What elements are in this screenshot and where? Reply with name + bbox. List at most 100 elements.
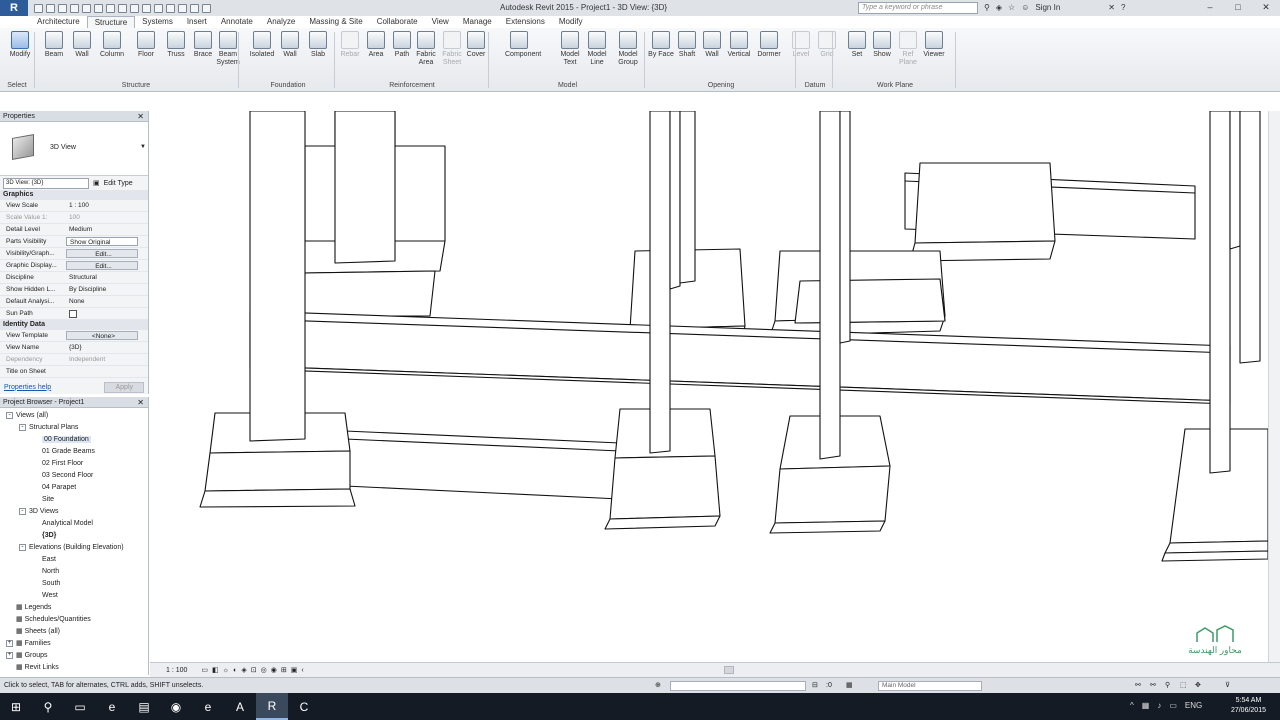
tool-vertical-button[interactable]: Vertical xyxy=(725,31,753,59)
panel-label-select[interactable]: Select xyxy=(2,82,32,89)
edge-browser-icon[interactable]: e xyxy=(96,693,128,720)
volume-icon[interactable]: ♪ xyxy=(1157,701,1161,710)
network-icon[interactable]: ▦ xyxy=(1142,701,1150,710)
file-explorer-icon[interactable]: ▤ xyxy=(128,693,160,720)
apply-button[interactable]: Apply xyxy=(104,381,144,393)
select-pinned-icon[interactable]: ⚲ xyxy=(1165,678,1170,694)
horizontal-scrollbar[interactable] xyxy=(723,666,734,674)
reveal-icon[interactable]: ◉ xyxy=(271,666,277,674)
help-icon[interactable]: ? xyxy=(1121,3,1125,12)
tool-by-face-button[interactable]: By Face xyxy=(647,31,675,59)
property-value[interactable]: {3D} xyxy=(66,342,148,353)
tool-isolated-button[interactable]: Isolated xyxy=(248,31,276,59)
task-view-icon[interactable]: ▭ xyxy=(64,693,96,720)
panel-label-datum[interactable]: Datum xyxy=(797,82,833,89)
property-value[interactable]: By Discipline xyxy=(66,284,148,295)
close-views-icon[interactable] xyxy=(190,3,199,13)
browser-item-families[interactable]: + ▦ Families xyxy=(0,638,148,650)
property-group-identity-data[interactable]: Identity Data xyxy=(0,320,148,330)
tab-view[interactable]: View xyxy=(425,16,456,28)
tool-model-text-button[interactable]: Model Text xyxy=(556,31,584,67)
panel-label-opening[interactable]: Opening xyxy=(646,82,796,89)
tool-column-button[interactable]: Column xyxy=(98,31,126,59)
undo-icon[interactable] xyxy=(70,3,79,13)
tool-cover-button[interactable]: Cover xyxy=(462,31,490,59)
close-icon[interactable]: ✕ xyxy=(137,397,144,408)
collapse-icon[interactable]: - xyxy=(6,412,13,419)
shadows-icon[interactable]: ◐ xyxy=(233,667,237,674)
tool-brace-button[interactable]: Brace xyxy=(189,31,217,59)
expand-icon[interactable]: + xyxy=(6,652,13,659)
browser-item-sheets-all[interactable]: ▦ Sheets (all) xyxy=(0,626,148,638)
render-icon[interactable]: ◈ xyxy=(241,666,246,674)
workset-icon[interactable]: ⊕ xyxy=(655,678,661,694)
tool-show-button[interactable]: Show xyxy=(868,31,896,59)
design-options-icon[interactable]: ▦ xyxy=(846,678,853,694)
browser-item-elevations-building-elevation[interactable]: - Elevations (Building Elevation) xyxy=(0,542,148,554)
detail-level-icon[interactable]: ▭ xyxy=(201,666,208,674)
highlight-icon[interactable]: ▣ xyxy=(291,666,298,674)
tool-wall-button[interactable]: Wall xyxy=(276,31,304,59)
tab-architecture[interactable]: Architecture xyxy=(30,16,87,28)
property-value[interactable]: Structural xyxy=(66,272,148,283)
tool-dormer-button[interactable]: Dormer xyxy=(755,31,783,59)
tab-massing-site[interactable]: Massing & Site xyxy=(302,16,369,28)
open-icon[interactable] xyxy=(34,3,43,13)
browser-item-south[interactable]: South xyxy=(0,578,148,590)
workset-field[interactable] xyxy=(670,681,806,691)
clock[interactable]: 5:54 AM 27/06/2015 xyxy=(1231,696,1266,716)
editable-only-icon[interactable]: ⊟ xyxy=(812,678,818,694)
tool-component-button[interactable]: Component xyxy=(505,31,541,59)
tab-systems[interactable]: Systems xyxy=(135,16,180,28)
select-by-face-icon[interactable]: ⬚ xyxy=(1180,678,1187,694)
drag-elements-icon[interactable]: ✥ xyxy=(1195,678,1201,694)
section-icon[interactable] xyxy=(166,3,175,13)
search-icon[interactable]: ⚲ xyxy=(32,693,64,720)
close-button[interactable]: ✕ xyxy=(1252,0,1280,16)
default-3d-icon[interactable] xyxy=(154,3,163,13)
dimension-icon[interactable] xyxy=(118,3,127,13)
browser-item-groups[interactable]: + ▦ Groups xyxy=(0,650,148,662)
text-icon[interactable] xyxy=(142,3,151,13)
edit-type-icon[interactable]: ▣ xyxy=(93,179,100,187)
panel-label-structure[interactable]: Structure xyxy=(36,82,236,89)
tool-viewer-button[interactable]: Viewer xyxy=(920,31,948,59)
tab-collaborate[interactable]: Collaborate xyxy=(370,16,425,28)
panel-label-model[interactable]: Model xyxy=(490,82,645,89)
windows-start-icon[interactable]: ⊞ xyxy=(0,693,32,720)
property-value[interactable]: <None> xyxy=(66,331,138,340)
application-menu-button[interactable]: R xyxy=(0,0,28,16)
tool-floor-button[interactable]: Floor xyxy=(132,31,160,59)
property-value[interactable]: Edit... xyxy=(66,261,138,270)
browser-item-schedules-quantities[interactable]: ▦ Schedules/Quantities xyxy=(0,614,148,626)
browser-item-03-second-floor[interactable]: 03 Second Floor xyxy=(0,470,148,482)
collapse-icon[interactable]: - xyxy=(19,424,26,431)
browser-item-02-first-floor[interactable]: 02 First Floor xyxy=(0,458,148,470)
sign-in-link[interactable]: Sign In xyxy=(1035,3,1060,12)
measure-icon[interactable] xyxy=(106,3,115,13)
tool-truss-button[interactable]: Truss xyxy=(162,31,190,59)
close-icon[interactable]: ✕ xyxy=(137,111,144,122)
browser-item-3d-views[interactable]: -3D Views xyxy=(0,506,148,518)
tab-insert[interactable]: Insert xyxy=(180,16,214,28)
battery-icon[interactable]: ▭ xyxy=(1169,701,1177,710)
browser-item-04-parapet[interactable]: 04 Parapet xyxy=(0,482,148,494)
chevron-down-icon[interactable]: ▼ xyxy=(140,144,146,150)
panel-label-reinforcement[interactable]: Reinforcement xyxy=(336,82,488,89)
expand-icon[interactable]: + xyxy=(6,640,13,647)
select-underlay-icon[interactable]: ⚯ xyxy=(1150,678,1156,694)
tool-wall-button[interactable]: Wall xyxy=(68,31,96,59)
property-group-graphics[interactable]: Graphics xyxy=(0,190,148,200)
property-value[interactable]: None xyxy=(66,296,148,307)
sync-icon[interactable] xyxy=(58,3,67,13)
tag-icon[interactable] xyxy=(130,3,139,13)
panel-label-work-plane[interactable]: Work Plane xyxy=(835,82,955,89)
browser-item-01-grade-beams[interactable]: 01 Grade Beams xyxy=(0,446,148,458)
minimize-button[interactable]: – xyxy=(1196,0,1224,16)
panel-label-foundation[interactable]: Foundation xyxy=(240,82,336,89)
type-selector[interactable]: 3D View ▼ xyxy=(0,122,148,176)
chevron-up-icon[interactable]: ^ xyxy=(1130,701,1134,710)
subscription-icon[interactable]: ◈ xyxy=(996,3,1002,12)
edit-type-button[interactable]: Edit Type xyxy=(104,180,133,187)
crop-icon[interactable]: ⊡ xyxy=(251,666,257,674)
